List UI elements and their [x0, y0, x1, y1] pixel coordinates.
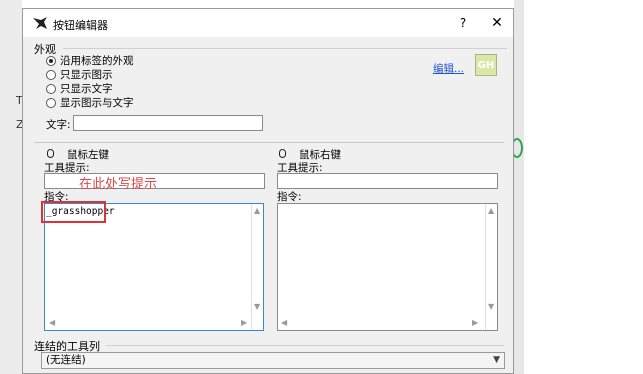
right-command-label: 指令: [277, 191, 302, 203]
linked-toolbar-select[interactable]: (无连结) ▼ [41, 352, 505, 369]
right-command-textarea[interactable] [277, 203, 498, 331]
radio-icon-only[interactable]: 只显示图示 [46, 68, 113, 81]
grasshopper-icon[interactable]: GH [475, 54, 497, 76]
scroll-down-icon[interactable]: ▼ [488, 302, 494, 311]
linked-toolbar-divider [106, 345, 504, 346]
right-tooltip-input[interactable] [277, 173, 498, 189]
background-app-left [0, 0, 22, 374]
radio-icon[interactable] [46, 97, 56, 108]
radio-label: 显示图示与文字 [60, 97, 134, 109]
linked-toolbar-value: (无连结) [46, 354, 86, 366]
mouse-left-icon [47, 149, 54, 158]
radio-icon[interactable] [46, 69, 56, 80]
appearance-divider [63, 48, 507, 49]
scroll-right-icon[interactable]: ▶ [472, 318, 478, 327]
radio-icon-and-text[interactable]: 显示图示与文字 [46, 96, 134, 109]
background-app-right [514, 0, 524, 374]
rhino-app-icon [33, 17, 47, 29]
scroll-right-icon[interactable]: ▶ [241, 318, 247, 327]
edit-icon-link[interactable]: 编辑... [433, 61, 464, 76]
radio-checked-icon[interactable] [46, 55, 56, 66]
close-button[interactable]: ✕ [487, 14, 507, 32]
radio-text-only[interactable]: 只显示文字 [46, 82, 113, 95]
left-command-scrollbar[interactable]: ▲ ▼ [251, 204, 263, 330]
radio-icon[interactable] [46, 83, 56, 94]
window-title: 按钮编辑器 [53, 19, 108, 32]
text-field-label: 文字: [46, 119, 71, 131]
radio-use-label-appearance[interactable]: 沿用标签的外观 [46, 54, 134, 67]
mouse-right-icon [279, 149, 286, 158]
title-bar: 按钮编辑器 ? ✕ [23, 9, 513, 37]
help-button[interactable]: ? [453, 14, 473, 32]
radio-label: 只显示文字 [60, 83, 113, 95]
scroll-left-icon[interactable]: ◀ [49, 318, 55, 327]
button-text-input[interactable] [73, 115, 263, 131]
highlight-box [41, 201, 106, 223]
scroll-down-icon[interactable]: ▼ [254, 302, 260, 311]
section-divider [34, 142, 504, 143]
radio-label: 只显示图示 [60, 69, 113, 81]
scroll-up-icon[interactable]: ▲ [488, 206, 494, 215]
hint-annotation: 在此处写提示 [79, 177, 158, 192]
button-editor-dialog: 按钮编辑器 ? ✕ 外观 沿用标签的外观 只显示图示 只显示文字 显示图示与文字… [22, 8, 514, 374]
chevron-down-icon[interactable]: ▼ [493, 353, 500, 368]
radio-label: 沿用标签的外观 [60, 55, 134, 67]
scroll-up-icon[interactable]: ▲ [254, 206, 260, 215]
right-command-scrollbar[interactable]: ▲ ▼ [485, 204, 497, 330]
scroll-left-icon[interactable]: ◀ [281, 318, 287, 327]
